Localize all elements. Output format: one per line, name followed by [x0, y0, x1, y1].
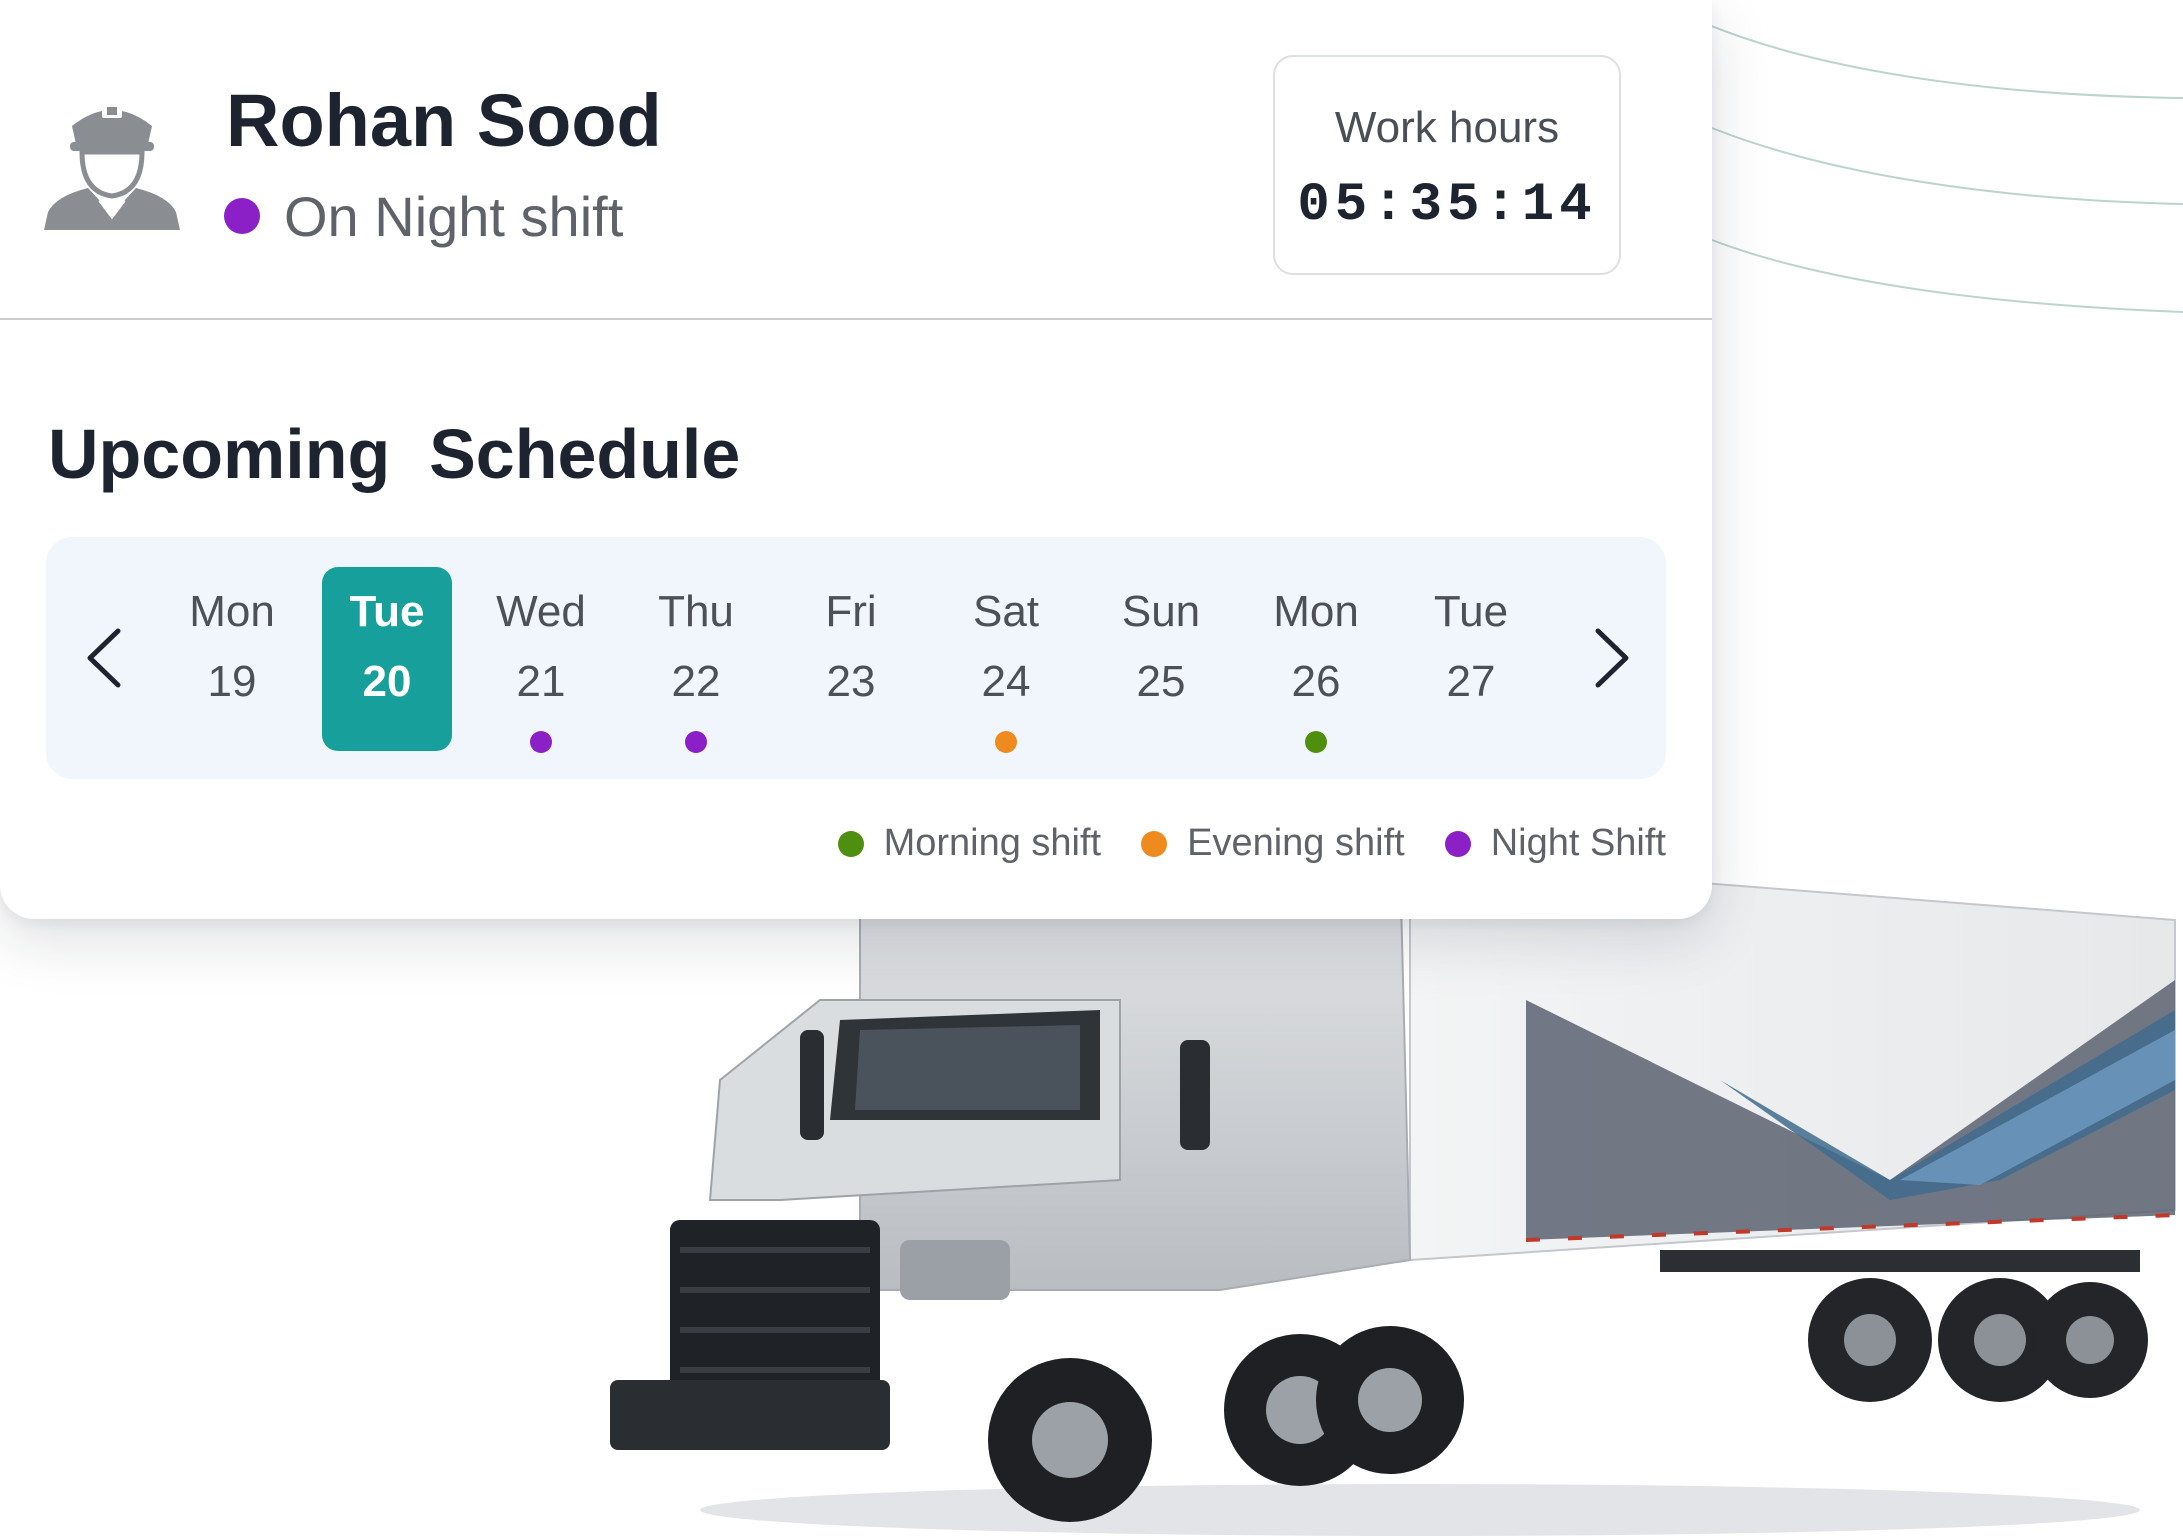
legend-morning-label: Morning shift	[883, 822, 1102, 864]
work-hours-label: Work hours	[1334, 103, 1560, 152]
legend-night-label: Night Shift	[1490, 822, 1666, 864]
legend-morning: Morning shift	[837, 822, 1102, 865]
evening-shift-dot	[995, 731, 1017, 753]
truck-illustration	[610, 858, 2176, 1536]
day-tue-27[interactable]: Tue 27	[1406, 567, 1536, 751]
driver-avatar-icon	[44, 104, 180, 230]
driver-status-text: On Night shift	[284, 184, 624, 248]
work-hours-box: Work hours 05:35:14	[1273, 55, 1621, 275]
day-thu-22[interactable]: Thu 22	[631, 567, 761, 753]
chevron-left-icon[interactable]	[80, 625, 130, 691]
legend-evening: Evening shift	[1141, 822, 1405, 865]
day-wed-21[interactable]: Wed 21	[476, 567, 606, 753]
work-hours-timer: 05:35:14	[1297, 175, 1597, 236]
morning-shift-dot	[1305, 731, 1327, 753]
day-mon-19[interactable]: Mon 19	[167, 567, 297, 751]
chevron-right-icon[interactable]	[1586, 625, 1636, 691]
shift-legend: Morning shift Evening shift Night Shift	[798, 822, 1666, 865]
night-status-dot	[224, 198, 260, 234]
day-sun-25[interactable]: Sun 25	[1096, 567, 1226, 751]
morning-shift-dot	[837, 830, 864, 857]
driver-status: On Night shift	[224, 184, 624, 248]
driver-name: Rohan Sood	[226, 79, 662, 162]
schedule-title: Upcoming Schedule	[48, 415, 741, 493]
week-calendar: Mon 19 Tue 20 Wed 21 Thu 22 Fri 23 Sat 2…	[46, 537, 1666, 779]
day-fri-23[interactable]: Fri 23	[786, 567, 916, 751]
driver-card: Rohan Sood On Night shift Work hours 05:…	[0, 0, 1712, 919]
day-sat-24[interactable]: Sat 24	[941, 567, 1071, 753]
night-shift-dot	[1444, 830, 1471, 857]
day-mon-26[interactable]: Mon 26	[1251, 567, 1381, 753]
night-shift-dot	[685, 731, 707, 753]
evening-shift-dot	[1141, 830, 1168, 857]
header-divider	[0, 318, 1712, 320]
legend-night: Night Shift	[1444, 822, 1666, 865]
legend-evening-label: Evening shift	[1187, 822, 1405, 864]
day-tue-20[interactable]: Tue 20	[322, 567, 452, 751]
night-shift-dot	[530, 731, 552, 753]
